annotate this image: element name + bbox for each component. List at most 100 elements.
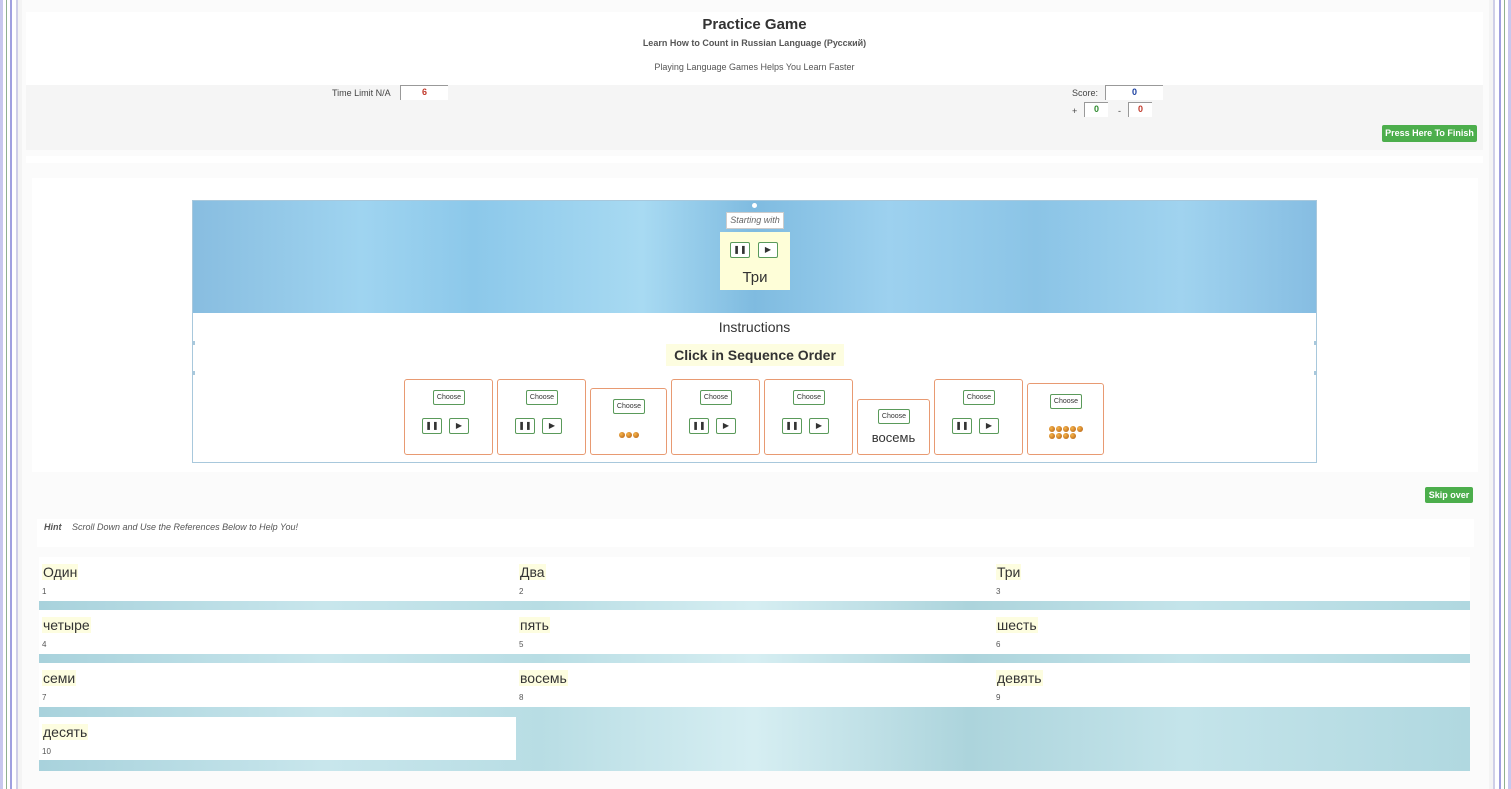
choice-card[interactable]: Choose ❚❚ ▶: [497, 379, 586, 455]
skip-button[interactable]: Skip over: [1425, 487, 1473, 503]
choose-button[interactable]: Choose: [878, 409, 910, 424]
edge-tick: [193, 341, 195, 345]
choose-button[interactable]: Choose: [433, 390, 465, 405]
reference-row: семи 7 восемь 8 девять 9: [39, 663, 1470, 707]
window-border-right: [1489, 0, 1511, 789]
choose-button[interactable]: Choose: [700, 390, 732, 405]
page-subtitle: Learn How to Count in Russian Language (…: [642, 38, 867, 48]
pause-button[interactable]: ❚❚: [782, 418, 802, 434]
reference-row: четыре 4 пять 5 шесть 6: [39, 610, 1470, 654]
choose-button[interactable]: Choose: [526, 390, 558, 405]
score-label: Score:: [1072, 88, 1099, 98]
choice-card[interactable]: Choose ❚❚ ▶: [764, 379, 853, 455]
edge-tick: [193, 371, 195, 375]
choose-button[interactable]: Choose: [793, 390, 825, 405]
counter-ball: [1070, 433, 1076, 439]
choice-card[interactable]: Choose: [590, 388, 667, 455]
counter-ball: [619, 432, 625, 438]
reference-number: 10: [42, 747, 51, 756]
reference-number: 5: [519, 640, 524, 649]
start-card: ❚❚ ▶ Три: [720, 232, 790, 290]
reference-item: семи 7: [39, 663, 516, 707]
wrong-count: 0: [1128, 102, 1152, 117]
correct-count: 0: [1084, 102, 1108, 117]
counter-ball: [1063, 426, 1069, 432]
choice-card[interactable]: Choose ❚❚ ▶: [404, 379, 493, 455]
counter-ball: [1049, 433, 1055, 439]
reference-item: шесть 6: [993, 610, 1470, 654]
choice-card[interactable]: Choose восемь: [857, 399, 930, 455]
reference-word: Три: [996, 564, 1022, 580]
choice-card[interactable]: Choose ❚❚ ▶: [671, 379, 760, 455]
edge-tick: [1314, 341, 1316, 345]
pause-button[interactable]: ❚❚: [422, 418, 442, 434]
reference-number: 7: [42, 693, 47, 702]
play-button[interactable]: ▶: [542, 418, 562, 434]
play-button[interactable]: ▶: [758, 242, 778, 258]
card-word: восемь: [871, 430, 916, 445]
hint-label: Hint: [44, 522, 62, 532]
reference-item: пять 5: [516, 610, 993, 654]
choose-button[interactable]: Choose: [963, 390, 995, 405]
counter-ball: [1063, 433, 1069, 439]
reference-word: Один: [42, 564, 79, 580]
time-limit-label: Time Limit N/A: [332, 88, 391, 98]
choice-card[interactable]: Choose ❚❚ ▶: [934, 379, 1023, 455]
pause-icon: ❚❚: [785, 421, 799, 430]
reference-item: Три 3: [993, 557, 1470, 601]
play-icon: ▶: [764, 245, 772, 254]
reference-item: десять 10: [39, 717, 516, 761]
start-word: Три: [742, 269, 768, 286]
sky-background: Starting with ❚❚ ▶ Три: [193, 201, 1316, 313]
divider: [26, 156, 1483, 163]
counter-ball: [1056, 433, 1062, 439]
play-icon: ▶: [548, 421, 556, 430]
choice-card[interactable]: Choose: [1027, 383, 1104, 455]
pause-button[interactable]: ❚❚: [952, 418, 972, 434]
counter-ball: [1049, 426, 1055, 432]
counter-ball: [1077, 426, 1083, 432]
pause-icon: ❚❚: [955, 421, 969, 430]
pause-icon: ❚❚: [425, 421, 439, 430]
play-icon: ▶: [985, 421, 993, 430]
stats-panel: Time Limit N/A 6 Score: 0 + 0 - 0 Press …: [26, 85, 1483, 150]
play-button[interactable]: ▶: [449, 418, 469, 434]
pause-button[interactable]: ❚❚: [730, 242, 750, 258]
play-button[interactable]: ▶: [809, 418, 829, 434]
wrong-label: -: [1118, 106, 1121, 116]
time-value: 6: [400, 85, 448, 100]
reference-word: пять: [519, 617, 550, 633]
reference-item: Один 1: [39, 557, 516, 601]
reference-word: семи: [42, 670, 77, 686]
reference-item: четыре 4: [39, 610, 516, 654]
reference-number: 4: [42, 640, 47, 649]
play-icon: ▶: [722, 421, 730, 430]
counter-ball: [626, 432, 632, 438]
play-icon: ▶: [815, 421, 823, 430]
instructions-heading: Instructions: [718, 319, 791, 335]
reference-number: 9: [996, 693, 1001, 702]
reference-word: десять: [42, 724, 89, 740]
choose-button[interactable]: Choose: [613, 399, 645, 414]
choose-button[interactable]: Choose: [1050, 394, 1082, 409]
reference-word: восемь: [519, 670, 568, 686]
reference-number: 3: [996, 587, 1001, 596]
pause-button[interactable]: ❚❚: [515, 418, 535, 434]
pause-button[interactable]: ❚❚: [689, 418, 709, 434]
window-border-left: [0, 0, 22, 789]
play-button[interactable]: ▶: [716, 418, 736, 434]
reference-number: 6: [996, 640, 1001, 649]
sequence-instruction: Click in Sequence Order: [666, 344, 844, 366]
pause-icon: ❚❚: [692, 421, 706, 430]
play-button[interactable]: ▶: [979, 418, 999, 434]
reference-grid: Один 1 Два 2 Три 3 четыре 4 пять 5 шесть…: [39, 557, 1470, 771]
reference-word: четыре: [42, 617, 91, 633]
reference-row: десять 10: [39, 717, 516, 760]
pause-icon: ❚❚: [733, 245, 747, 254]
game-area: Starting with ❚❚ ▶ Три Instructions Clic…: [192, 200, 1317, 463]
hint-text: Scroll Down and Use the References Below…: [72, 522, 298, 532]
finish-button[interactable]: Press Here To Finish: [1382, 125, 1477, 142]
reference-item: восемь 8: [516, 663, 993, 707]
reference-row: Один 1 Два 2 Три 3: [39, 557, 1470, 601]
starting-with-label: Starting with: [726, 212, 784, 229]
